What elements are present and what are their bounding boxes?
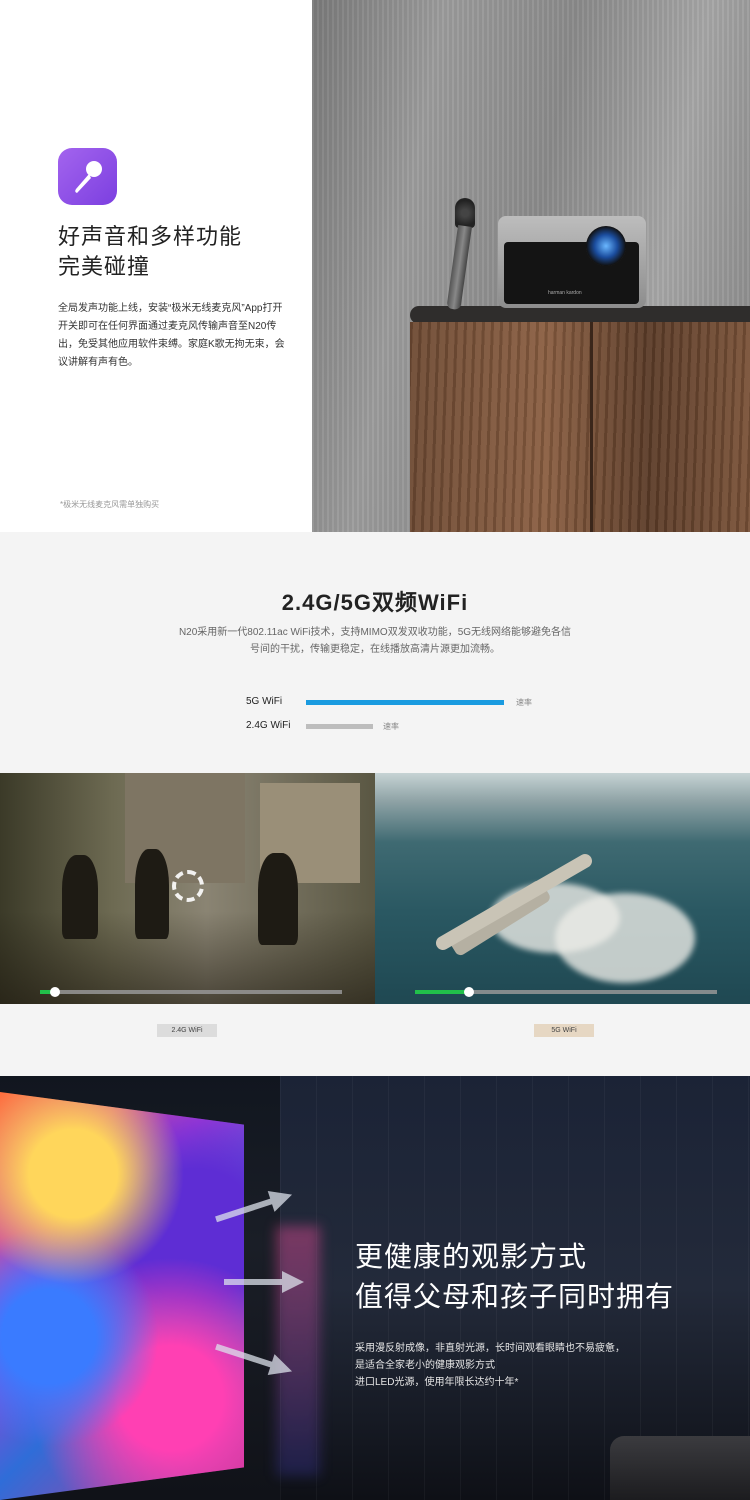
cabinet-seam	[590, 322, 593, 532]
projector-brand-logo: harman kardon	[548, 290, 582, 296]
wifi-section: 2.4G/5G双频WiFi N20采用新一代802.11ac WiFi技术，支持…	[0, 532, 750, 1076]
healthy-viewing-title-line2: 值得父母和孩子同时拥有	[355, 1281, 675, 1312]
water-spray	[555, 893, 695, 983]
microphone-head	[455, 198, 475, 228]
microphone-icon	[58, 148, 117, 205]
video-24g-preview	[0, 773, 375, 1004]
healthy-viewing-section: 更健康的观影方式 值得父母和孩子同时拥有 采用漫反射成像，非直射光源，长时间观看…	[0, 1076, 750, 1500]
healthy-viewing-title: 更健康的观影方式 值得父母和孩子同时拥有	[355, 1237, 674, 1317]
running-soldier	[258, 853, 298, 945]
healthy-viewing-description: 采用漫反射成像，非直射光源，长时间观看眼睛也不易疲惫， 是适合全家老小的健康观影…	[355, 1340, 675, 1391]
karaoke-footnote: *极米无线麦克风需单独购买	[60, 500, 160, 509]
video-progress-track[interactable]	[415, 987, 717, 997]
wifi-24g-speed-bar	[306, 724, 373, 729]
karaoke-description: 全局发声功能上线，安装“极米无线麦克风”App打开开关即可在任何界面通过麦克风传…	[58, 303, 285, 368]
wifi-description: N20采用新一代802.11ac WiFi技术，支持MIMO双发双收功能，5G无…	[178, 627, 572, 655]
wifi-24g-label: 2.4G WiFi	[246, 720, 291, 731]
karaoke-section: 好声音和多样功能 完美碰撞 全局发声功能上线，安装“极米无线麦克风”App打开开…	[0, 0, 750, 532]
running-soldier	[135, 849, 169, 939]
video-progress-knob[interactable]	[50, 987, 60, 997]
karaoke-title-line2: 完美碰撞	[58, 254, 151, 279]
loading-spinner-icon	[172, 870, 204, 902]
video-5g-tag: 5G WiFi	[534, 1024, 594, 1037]
wifi-title: 2.4G/5G双频WiFi	[281, 590, 469, 615]
video-progress-track[interactable]	[40, 987, 342, 997]
projector-product-photo: harman kardon	[312, 0, 750, 532]
microphone-handle	[446, 225, 472, 311]
light-reflection	[276, 1226, 320, 1476]
wifi-5g-label: 5G WiFi	[246, 696, 283, 707]
projected-wall-image	[0, 1092, 244, 1500]
video-progress-knob[interactable]	[464, 987, 474, 997]
wooden-cabinet	[410, 322, 750, 532]
healthy-viewing-desc-line1: 采用漫反射成像，非直射光源，长时间观看眼睛也不易疲惫，	[355, 1343, 625, 1354]
video-5g-preview	[375, 773, 750, 1004]
karaoke-title: 好声音和多样功能 完美碰撞	[58, 222, 242, 282]
karaoke-text-panel: 好声音和多样功能 完美碰撞 全局发声功能上线，安装“极米无线麦克风”App打开开…	[0, 0, 312, 532]
living-room-sofa	[610, 1436, 750, 1500]
healthy-viewing-desc-line2: 是适合全家老小的健康观影方式	[355, 1360, 495, 1371]
video-progress-fill	[415, 990, 469, 994]
arrow-right-icon	[224, 1271, 304, 1293]
running-soldier	[62, 855, 98, 939]
healthy-viewing-title-line1: 更健康的观影方式	[355, 1241, 588, 1272]
karaoke-title-line1: 好声音和多样功能	[58, 224, 243, 249]
handheld-microphone	[446, 198, 475, 311]
healthy-viewing-desc-line3: 进口LED光源，使用年限长达约十年*	[355, 1377, 519, 1388]
video-24g-tag: 2.4G WiFi	[157, 1024, 217, 1037]
projector-lens	[586, 226, 626, 266]
wifi-24g-speed-suffix: 速率	[383, 722, 399, 731]
wifi-5g-speed-suffix: 速率	[516, 698, 532, 707]
wifi-5g-speed-bar	[306, 700, 504, 705]
